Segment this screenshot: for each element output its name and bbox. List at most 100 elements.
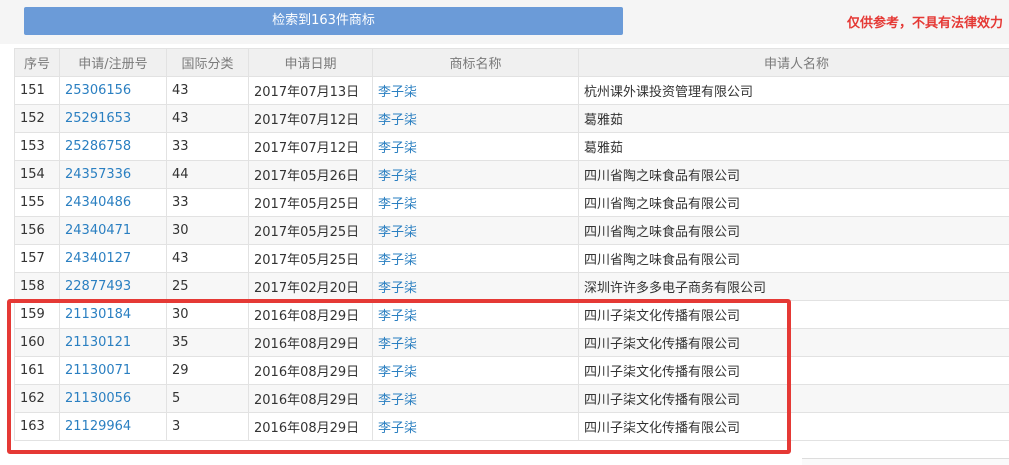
table-row: 15624340471302017年05月25日李子柒四川省陶之味食品有限公司 <box>15 217 1009 245</box>
cell-applicant: 四川子柒文化传播有限公司 <box>579 301 1009 329</box>
cell-apply-date: 2016年08月29日 <box>249 385 373 413</box>
cell-intl-class: 25 <box>167 273 249 301</box>
cell-intl-class: 30 <box>167 217 249 245</box>
header-intl-class: 国际分类 <box>167 49 249 77</box>
table-row: 15125306156432017年07月13日李子柒杭州课外课投资管理有限公司 <box>15 77 1009 105</box>
cell-serial: 154 <box>15 161 60 189</box>
cell-applicant: 四川子柒文化传播有限公司 <box>579 357 1009 385</box>
table-row: 15724340127432017年05月25日李子柒四川省陶之味食品有限公司 <box>15 245 1009 273</box>
cell-serial: 159 <box>15 301 60 329</box>
header-serial: 序号 <box>15 49 60 77</box>
cell-intl-class: 29 <box>167 357 249 385</box>
cell-applicant: 葛雅茹 <box>579 105 1009 133</box>
cell-applicant: 四川子柒文化传播有限公司 <box>579 413 1009 441</box>
disclaimer-text: 仅供参考，不具有法律效力 <box>847 12 1003 31</box>
cell-apply-date: 2017年05月25日 <box>249 217 373 245</box>
cell-applicant: 杭州课外课投资管理有限公司 <box>579 77 1009 105</box>
table-row: 16121130071292016年08月29日李子柒四川子柒文化传播有限公司 <box>15 357 1009 385</box>
cell-trademark-name[interactable]: 李子柒 <box>373 329 579 357</box>
cell-intl-class: 44 <box>167 161 249 189</box>
cell-reg-number[interactable]: 22877493 <box>60 273 167 301</box>
cell-reg-number[interactable]: 21129964 <box>60 413 167 441</box>
table-header-row: 序号 申请/注册号 国际分类 申请日期 商标名称 申请人名称 <box>15 49 1009 77</box>
cell-reg-number[interactable]: 24357336 <box>60 161 167 189</box>
cell-reg-number[interactable]: 25286758 <box>60 133 167 161</box>
cell-apply-date: 2017年07月12日 <box>249 105 373 133</box>
cell-apply-date: 2017年05月25日 <box>249 245 373 273</box>
cell-trademark-name[interactable]: 李子柒 <box>373 273 579 301</box>
header-applicant: 申请人名称 <box>579 49 1009 77</box>
table-row: 16021130121352016年08月29日李子柒四川子柒文化传播有限公司 <box>15 329 1009 357</box>
cell-apply-date: 2016年08月29日 <box>249 329 373 357</box>
result-count-banner[interactable]: 检索到163件商标 <box>24 7 623 35</box>
cell-reg-number[interactable]: 25306156 <box>60 77 167 105</box>
cell-trademark-name[interactable]: 李子柒 <box>373 413 579 441</box>
cell-trademark-name[interactable]: 李子柒 <box>373 189 579 217</box>
cell-trademark-name[interactable]: 李子柒 <box>373 385 579 413</box>
cell-apply-date: 2016年08月29日 <box>249 357 373 385</box>
cell-serial: 163 <box>15 413 60 441</box>
cell-intl-class: 30 <box>167 301 249 329</box>
cell-applicant: 四川省陶之味食品有限公司 <box>579 245 1009 273</box>
cell-trademark-name[interactable]: 李子柒 <box>373 217 579 245</box>
table-row: 15822877493252017年02月20日李子柒深圳许许多多电子商务有限公… <box>15 273 1009 301</box>
cell-intl-class: 35 <box>167 329 249 357</box>
cell-applicant: 葛雅茹 <box>579 133 1009 161</box>
cell-reg-number[interactable]: 21130071 <box>60 357 167 385</box>
cell-apply-date: 2017年02月20日 <box>249 273 373 301</box>
table-row: 15424357336442017年05月26日李子柒四川省陶之味食品有限公司 <box>15 161 1009 189</box>
cell-serial: 155 <box>15 189 60 217</box>
cell-trademark-name[interactable]: 李子柒 <box>373 105 579 133</box>
cell-serial: 162 <box>15 385 60 413</box>
cell-intl-class: 33 <box>167 189 249 217</box>
cell-applicant: 四川省陶之味食品有限公司 <box>579 217 1009 245</box>
cell-trademark-name[interactable]: 李子柒 <box>373 357 579 385</box>
cell-trademark-name[interactable]: 李子柒 <box>373 301 579 329</box>
cell-serial: 151 <box>15 77 60 105</box>
header-apply-date: 申请日期 <box>249 49 373 77</box>
cell-intl-class: 43 <box>167 105 249 133</box>
cell-trademark-name[interactable]: 李子柒 <box>373 77 579 105</box>
cell-serial: 161 <box>15 357 60 385</box>
header-reg-number: 申请/注册号 <box>60 49 167 77</box>
table-row: 15325286758332017年07月12日李子柒葛雅茹 <box>15 133 1009 161</box>
cell-applicant: 四川省陶之味食品有限公司 <box>579 161 1009 189</box>
cell-serial: 153 <box>15 133 60 161</box>
header-trademark-name: 商标名称 <box>373 49 579 77</box>
table-row: 1622113005652016年08月29日李子柒四川子柒文化传播有限公司 <box>15 385 1009 413</box>
cell-intl-class: 43 <box>167 245 249 273</box>
cell-apply-date: 2017年05月25日 <box>249 189 373 217</box>
cell-apply-date: 2017年07月12日 <box>249 133 373 161</box>
cell-serial: 160 <box>15 329 60 357</box>
cell-reg-number[interactable]: 25291653 <box>60 105 167 133</box>
cell-apply-date: 2016年08月29日 <box>249 301 373 329</box>
table-row: 15225291653432017年07月12日李子柒葛雅茹 <box>15 105 1009 133</box>
cell-reg-number[interactable]: 24340486 <box>60 189 167 217</box>
cell-reg-number[interactable]: 21130184 <box>60 301 167 329</box>
table-row: 1632112996432016年08月29日李子柒四川子柒文化传播有限公司 <box>15 413 1009 441</box>
cell-intl-class: 3 <box>167 413 249 441</box>
cell-applicant: 四川省陶之味食品有限公司 <box>579 189 1009 217</box>
cell-apply-date: 2017年07月13日 <box>249 77 373 105</box>
table-row: 15524340486332017年05月25日李子柒四川省陶之味食品有限公司 <box>15 189 1009 217</box>
cell-intl-class: 5 <box>167 385 249 413</box>
cell-applicant: 深圳许许多多电子商务有限公司 <box>579 273 1009 301</box>
cell-trademark-name[interactable]: 李子柒 <box>373 133 579 161</box>
cell-reg-number[interactable]: 21130056 <box>60 385 167 413</box>
cell-intl-class: 33 <box>167 133 249 161</box>
cell-applicant: 四川子柒文化传播有限公司 <box>579 329 1009 357</box>
cell-apply-date: 2017年05月26日 <box>249 161 373 189</box>
cell-trademark-name[interactable]: 李子柒 <box>373 245 579 273</box>
cell-applicant: 四川子柒文化传播有限公司 <box>579 385 1009 413</box>
cell-reg-number[interactable]: 24340127 <box>60 245 167 273</box>
cell-intl-class: 43 <box>167 77 249 105</box>
trademark-results-table: 序号 申请/注册号 国际分类 申请日期 商标名称 申请人名称 151253061… <box>14 48 1009 441</box>
cell-serial: 156 <box>15 217 60 245</box>
cell-serial: 158 <box>15 273 60 301</box>
cell-serial: 152 <box>15 105 60 133</box>
table-row: 15921130184302016年08月29日李子柒四川子柒文化传播有限公司 <box>15 301 1009 329</box>
cell-apply-date: 2016年08月29日 <box>249 413 373 441</box>
cell-reg-number[interactable]: 21130121 <box>60 329 167 357</box>
cell-reg-number[interactable]: 24340471 <box>60 217 167 245</box>
cell-trademark-name[interactable]: 李子柒 <box>373 161 579 189</box>
